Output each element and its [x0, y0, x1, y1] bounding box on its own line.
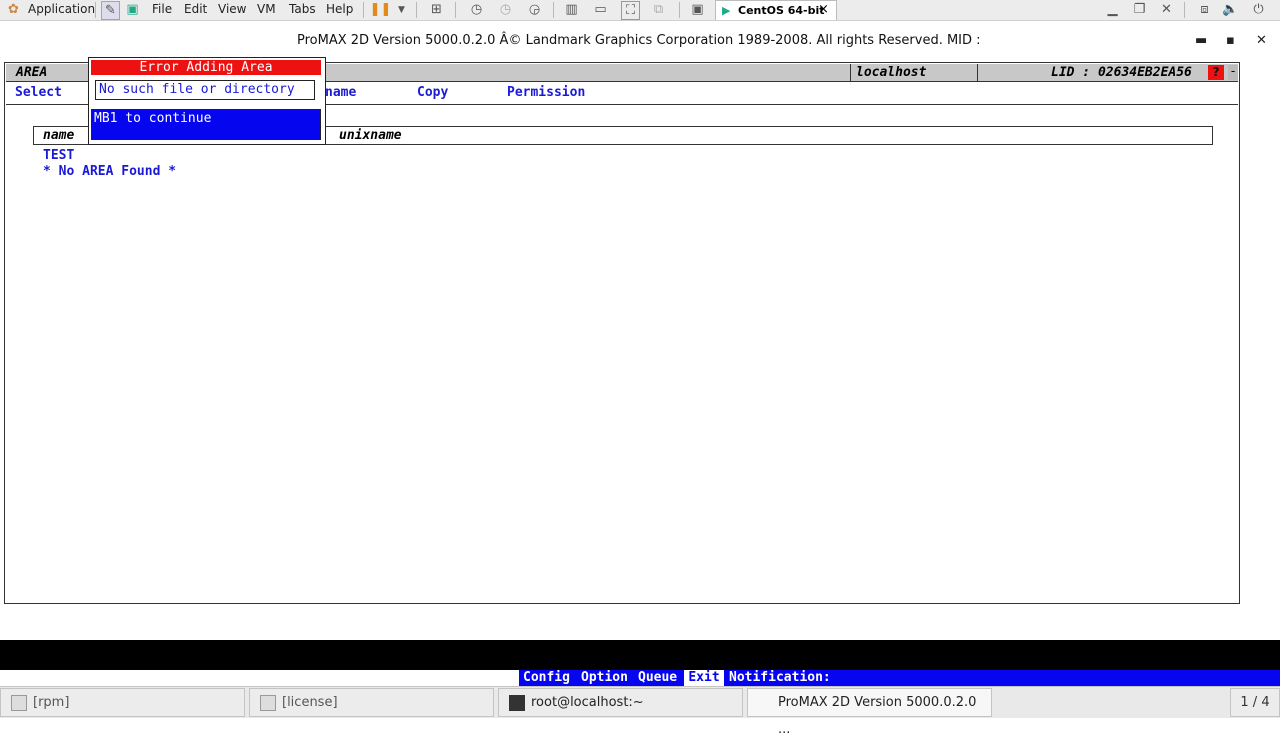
minimize-icon[interactable]: ▁	[1104, 1, 1121, 18]
separator	[95, 2, 96, 18]
network-icon[interactable]: ⊞	[428, 1, 445, 18]
host-name: localhost	[856, 65, 927, 80]
pin-icon[interactable]: ✎	[101, 1, 120, 20]
error-message: No such file or directory	[95, 80, 315, 100]
workspace-pager[interactable]: 1 / 4	[1230, 688, 1280, 717]
vm-running-icon: ▶	[722, 4, 731, 17]
task-license[interactable]: [license]	[249, 688, 494, 717]
power-icon[interactable]: ⏻	[1250, 1, 1267, 18]
option-button[interactable]: Option	[581, 670, 628, 685]
panel-title: AREA	[16, 65, 48, 80]
list-item[interactable]: TEST	[43, 148, 74, 163]
menu-tabs[interactable]: Tabs	[289, 2, 316, 16]
continue-button[interactable]: MB1 to continue	[91, 109, 321, 140]
snapshot-revert-icon[interactable]: ◷	[497, 1, 514, 18]
pause-icon[interactable]: ❚❚	[370, 1, 392, 18]
vm-tab[interactable]: ▶ CentOS 64-bit ×	[715, 0, 837, 20]
config-button[interactable]: Config	[523, 670, 570, 685]
window-icon	[11, 694, 27, 711]
sidebar-view-icon[interactable]: ▥	[563, 1, 580, 18]
fullscreen-icon[interactable]: ⛶	[621, 1, 640, 20]
taskbar: [rpm] [license] root@localhost:~ ProMAX …	[0, 686, 1280, 737]
network-status-icon[interactable]: ⧈	[1196, 1, 1213, 18]
volume-icon[interactable]: 🔈	[1222, 1, 1239, 18]
divider	[850, 64, 851, 81]
column-unixname: unixname	[339, 128, 402, 143]
vm-library-icon[interactable]: ▣	[124, 1, 141, 18]
separator	[553, 2, 554, 18]
separator	[1184, 2, 1185, 18]
console-view-icon[interactable]: ▭	[592, 1, 609, 18]
task-terminal[interactable]: root@localhost:~	[498, 688, 743, 717]
window-title: ProMAX 2D Version 5000.0.2.0 Â© Landmark…	[297, 33, 981, 48]
divider	[977, 64, 978, 81]
terminal-icon	[509, 694, 525, 711]
separator	[416, 2, 417, 18]
menu-permission[interactable]: Permission	[507, 85, 585, 100]
menu-rename[interactable]: name	[325, 85, 356, 100]
task-rpm[interactable]: [rpm]	[0, 688, 245, 717]
exit-button[interactable]: Exit	[684, 670, 724, 686]
thumbnail-icon[interactable]: ▣	[689, 1, 706, 18]
snapshot-manager-icon[interactable]: ◶	[526, 1, 543, 18]
panel-minimize-icon[interactable]: -	[1228, 65, 1238, 80]
menu-vm[interactable]: VM	[257, 2, 276, 16]
menu-file[interactable]: File	[152, 2, 172, 16]
vm-tab-label: CentOS 64-bit	[738, 4, 825, 17]
message-strip	[0, 640, 1280, 670]
column-name: name	[43, 128, 75, 143]
task-label: [rpm]	[33, 695, 70, 710]
task-label: ProMAX 2D Version 5000.0.2.0 ...	[778, 695, 977, 737]
menu-edit[interactable]: Edit	[184, 2, 207, 16]
menu-select[interactable]: Select	[15, 85, 62, 100]
window-titlebar: ProMAX 2D Version 5000.0.2.0 Â© Landmark…	[0, 21, 1280, 59]
separator	[455, 2, 456, 18]
notification-label: Notification:	[729, 670, 831, 685]
task-label: [license]	[282, 695, 338, 710]
license-id: LID : 02634EB2EA56	[1051, 65, 1192, 80]
queue-button[interactable]: Queue	[638, 670, 677, 685]
menu-help[interactable]: Help	[326, 2, 353, 16]
close-icon[interactable]: ×	[818, 2, 829, 17]
task-label: root@localhost:~	[531, 695, 644, 710]
unity-icon[interactable]: ⧉	[650, 1, 667, 18]
task-promax[interactable]: ProMAX 2D Version 5000.0.2.0 ...	[747, 688, 992, 737]
status-bar: Config Option Queue Exit Notification:	[0, 670, 1280, 686]
window-icon	[260, 694, 276, 711]
chevron-down-icon[interactable]: ▼	[393, 1, 410, 18]
status-menu: Config Option Queue Exit Notification:	[519, 670, 1280, 686]
dialog-title: Error Adding Area	[91, 60, 321, 75]
error-dialog: Error Adding Area No such file or direct…	[88, 57, 326, 145]
help-button[interactable]: ?	[1208, 65, 1224, 80]
applications-menu[interactable]: Application	[28, 2, 95, 16]
separator	[363, 2, 364, 18]
close-button[interactable]: ✕	[1256, 33, 1267, 48]
separator	[679, 2, 680, 18]
vmware-toolbar: ✿ Application ✎ ▣ File Edit View VM Tabs…	[0, 0, 1280, 21]
list-item: * No AREA Found *	[43, 164, 177, 179]
menu-view[interactable]: View	[218, 2, 246, 16]
maximize-button[interactable]: ▪	[1226, 33, 1235, 48]
close-window-icon[interactable]: ✕	[1158, 1, 1175, 18]
snapshot-icon[interactable]: ◷	[468, 1, 485, 18]
restore-icon[interactable]: ❐	[1131, 1, 1148, 18]
minimize-button[interactable]: ▬	[1195, 33, 1207, 48]
menu-copy[interactable]: Copy	[417, 85, 448, 100]
applications-icon: ✿	[8, 2, 19, 17]
